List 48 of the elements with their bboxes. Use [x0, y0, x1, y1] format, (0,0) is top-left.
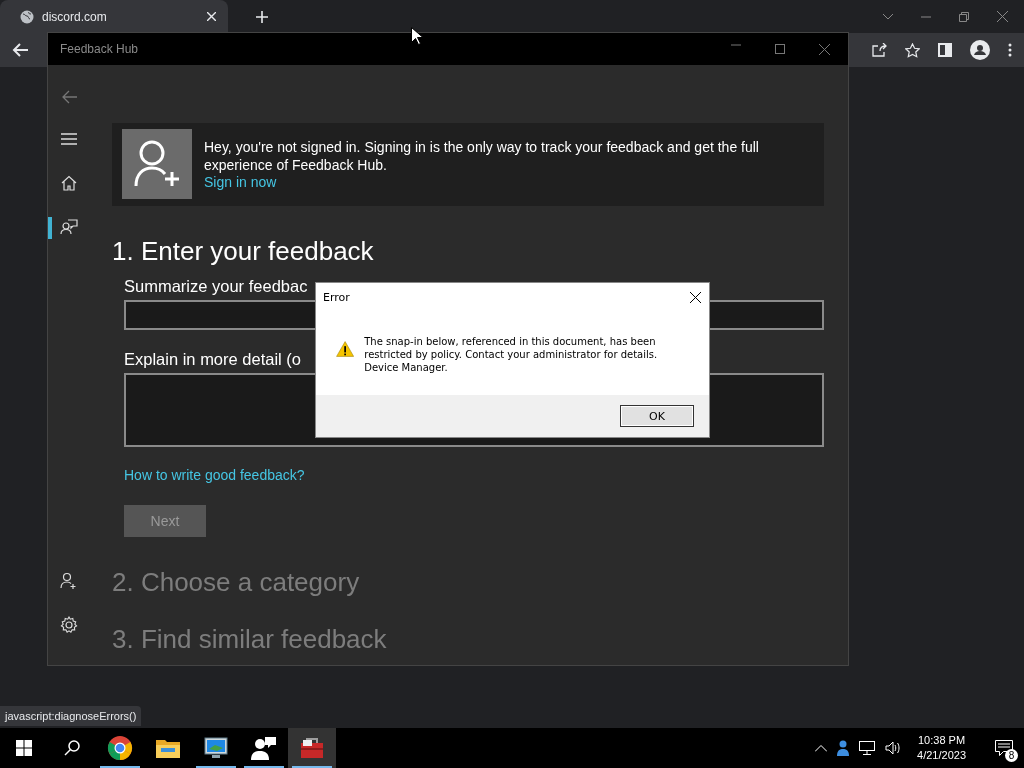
restore-icon[interactable] [959, 11, 969, 22]
window-title: Feedback Hub [60, 42, 139, 56]
toolbox-icon[interactable] [300, 737, 324, 759]
globe-icon [20, 9, 34, 24]
help-link[interactable]: How to write good feedback? [124, 467, 824, 483]
step-heading: 2. Choose a category [112, 567, 361, 598]
sign-in-link[interactable]: Sign in now [204, 174, 814, 191]
field-label: Summarize your feedbac [124, 276, 308, 296]
search-icon[interactable] [64, 740, 80, 756]
maximize-icon[interactable] [775, 43, 785, 54]
step-heading: 3. Find similar feedback [112, 624, 388, 655]
chevron-up-icon[interactable] [815, 744, 828, 752]
monitor-icon[interactable] [204, 737, 228, 759]
status-url: javascript:diagnoseErrors() [0, 706, 142, 726]
step-heading: 1. Enter your feedback [112, 235, 375, 267]
add-user-icon [134, 140, 180, 189]
tab-title: discord.com [42, 9, 108, 24]
error-message: The snap-in below, referenced in this document, has been restricted by policy. Contact your administrator for details. Device Manager. [364, 335, 659, 375]
chevron-down-icon[interactable] [883, 13, 893, 20]
add-user-icon[interactable] [60, 572, 78, 590]
chrome-icon[interactable] [107, 735, 133, 761]
notification-button[interactable]: 8 [984, 728, 1024, 768]
home-icon[interactable] [61, 175, 77, 191]
field-label: Explain in more detail (o [124, 350, 301, 369]
new-tab-icon[interactable] [256, 10, 268, 23]
folder-icon[interactable] [156, 738, 180, 758]
settings-icon[interactable] [60, 616, 78, 634]
clock-time[interactable]: 10:38 PM [918, 733, 966, 748]
star-icon[interactable] [905, 42, 920, 58]
ok-button[interactable]: OK [620, 405, 694, 427]
browser-tab[interactable]: discord.com [0, 0, 228, 33]
person-icon[interactable] [837, 740, 850, 756]
network-icon[interactable] [859, 741, 876, 755]
close-icon[interactable] [690, 291, 701, 303]
clock-date[interactable]: 4/21/2023 [917, 748, 966, 763]
notification-count: 8 [1005, 749, 1018, 762]
dialog-title: Error [323, 290, 350, 304]
share-icon[interactable] [872, 43, 887, 57]
people-icon[interactable] [251, 736, 277, 760]
taskbar-app[interactable] [288, 728, 336, 768]
profile-icon[interactable] [970, 40, 990, 60]
menu-icon[interactable] [61, 133, 77, 145]
sign-in-message: Hey, you're not signed in. Signing in is the only way to track your feedback and get the full experience of Feedback Hub. [204, 138, 760, 175]
side-panel-icon[interactable] [938, 43, 952, 57]
more-icon[interactable] [1008, 43, 1012, 57]
volume-icon[interactable] [885, 741, 902, 755]
windows-icon[interactable] [16, 740, 32, 756]
person-chat-icon[interactable] [60, 219, 78, 235]
